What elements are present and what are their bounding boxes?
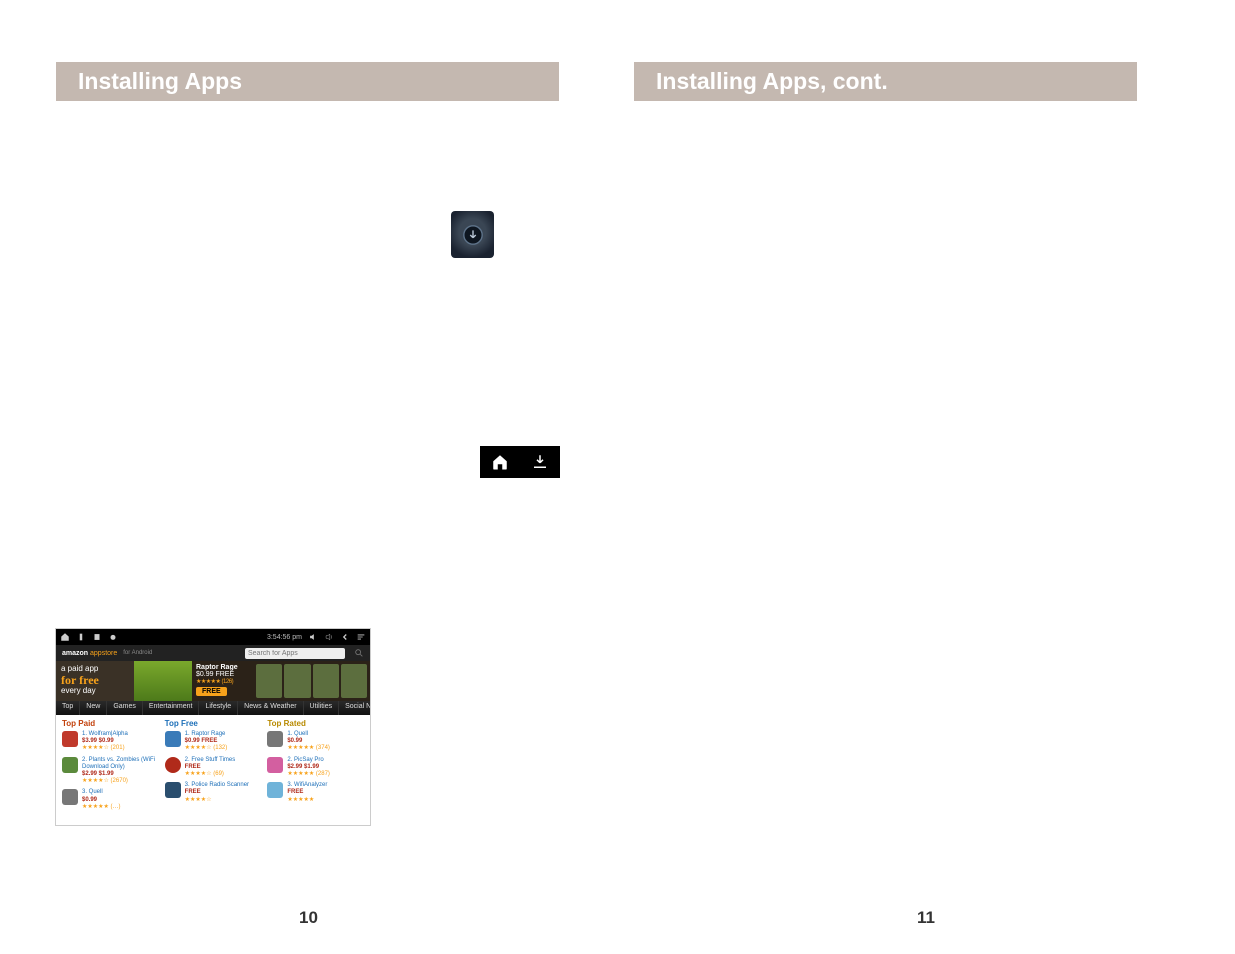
screenshot-thumb[interactable] [341,664,367,698]
volume-up-icon[interactable] [324,632,334,642]
list-item[interactable]: 2. Plants vs. Zombies (WiFi Download Onl… [62,757,159,786]
installer-app-icon [451,211,494,258]
install-free-button[interactable]: FREE [196,687,227,696]
statusbar-snippet [480,446,560,478]
col-top-free: Top Free 1. Raptor Rage$0.99 FREE★★★★☆ (… [165,719,262,815]
page-number-left: 10 [0,908,617,928]
top-lists: Top Paid 1. Wolfram|Alpha$3.99 $0.99★★★★… [56,715,370,815]
list-item[interactable]: 2. Free Stuff TimesFREE★★★★☆ (69) [165,757,262,779]
tab-entertainment[interactable]: Entertainment [143,701,200,715]
app-icon-thumb [62,731,78,747]
app-icon-thumb [267,731,283,747]
app-icon-thumb [62,757,78,773]
feature-price: $0.99 FREE [196,671,252,678]
screenshot-thumb[interactable] [284,664,310,698]
app-icon-thumb [267,757,283,773]
feature-artwork [134,661,192,701]
appstore-header-bar: amazon appstore for Android [56,645,370,661]
menu-icon[interactable] [356,632,366,642]
feature-rating: ★★★★★ (126) [196,678,252,685]
volume-down-icon[interactable] [308,632,318,642]
free-app-promo: a paid app for free every day [56,661,134,701]
page-number-right: 11 [617,908,1235,928]
back-icon[interactable] [340,632,350,642]
app-icon-thumb [165,731,181,747]
home-icon[interactable] [60,632,70,642]
list-item[interactable]: 1. Quell$0.99★★★★★ (374) [267,731,364,753]
list-item[interactable]: 3. Quell$0.99★★★★★ (…) [62,789,159,811]
section-title-right: Installing Apps, cont. [634,62,1137,101]
col-header: Top Rated [267,719,364,728]
tab-news[interactable]: News & Weather [238,701,303,715]
col-top-paid: Top Paid 1. Wolfram|Alpha$3.99 $0.99★★★★… [62,719,159,815]
tab-utilities[interactable]: Utilities [304,701,340,715]
list-item[interactable]: 1. Raptor Rage$0.99 FREE★★★★☆ (132) [165,731,262,753]
col-header: Top Paid [62,719,159,728]
alarm-icon [108,632,118,642]
feature-screenshots [256,661,370,701]
list-item[interactable]: 3. WifiAnalyzerFREE★★★★★ [267,782,364,804]
tab-lifestyle[interactable]: Lifestyle [199,701,238,715]
tab-new[interactable]: New [80,701,107,715]
home-icon [491,453,509,471]
tab-social[interactable]: Social Networking [339,701,371,715]
page-left: Installing Apps 3:54:56 pm amazon appsto… [0,0,617,954]
tab-games[interactable]: Games [107,701,143,715]
list-item[interactable]: 1. Wolfram|Alpha$3.99 $0.99★★★★☆ (201) [62,731,159,753]
appstore-landing-screenshot: 3:54:56 pm amazon appstore for Android a… [55,628,371,826]
appstore-brand: amazon appstore [62,650,117,657]
feature-info: Raptor Rage $0.99 FREE ★★★★★ (126) FREE [192,661,256,701]
app-icon-thumb [165,782,181,798]
appstore-search-input[interactable] [245,648,345,659]
category-tabs: Top New Games Entertainment Lifestyle Ne… [56,701,370,715]
list-item[interactable]: 2. PicSay Pro$2.99 $1.99★★★★★ (287) [267,757,364,779]
sd-icon [92,632,102,642]
screenshot-thumb[interactable] [313,664,339,698]
screenshot-thumb[interactable] [256,664,282,698]
download-circle-icon [462,224,484,246]
page-right: Installing Apps, cont. amazon apps Appst… [617,0,1235,954]
appstore-brand-subtitle: for Android [123,650,152,656]
clock-readout: 3:54:56 pm [267,634,302,641]
col-top-rated: Top Rated 1. Quell$0.99★★★★★ (374) 2. Pi… [267,719,364,815]
usb-icon [76,632,86,642]
tab-top[interactable]: Top [56,701,80,715]
app-icon-thumb [62,789,78,805]
list-item[interactable]: 3. Police Radio ScannerFREE★★★★☆ [165,782,262,804]
feature-title: Raptor Rage [196,664,252,671]
download-icon [531,453,549,471]
search-icon[interactable] [354,648,364,658]
feature-banner[interactable]: a paid app for free every day Raptor Rag… [56,661,370,701]
android-status-bar: 3:54:56 pm [56,629,370,645]
col-header: Top Free [165,719,262,728]
app-icon-thumb [165,757,181,773]
app-icon-thumb [267,782,283,798]
section-title-left: Installing Apps [56,62,559,101]
